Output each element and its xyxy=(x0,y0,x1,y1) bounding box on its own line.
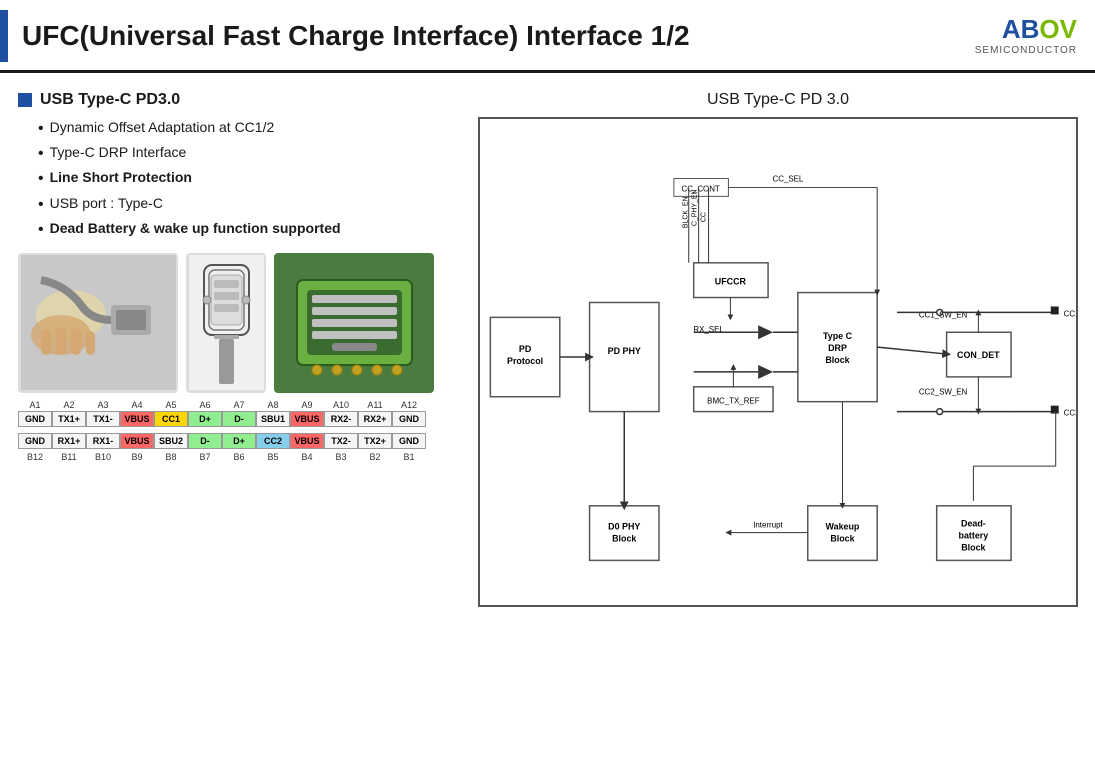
connector-area: A1 A2 A3 A4 A5 A6 A7 A8 A9 A10 A11 A12 xyxy=(18,253,458,463)
pin-table: A1 A2 A3 A4 A5 A6 A7 A8 A9 A10 A11 A12 xyxy=(18,399,458,463)
svg-text:battery: battery xyxy=(959,531,989,541)
pin-row-a-group: A1 A2 A3 A4 A5 A6 A7 A8 A9 A10 A11 A12 xyxy=(18,399,458,427)
pin-row-a-values: GND TX1+ TX1- VBUS CC1 D+ D- SBU1 VBUS R… xyxy=(18,411,458,427)
page-title: UFC(Universal Fast Charge Interface) Int… xyxy=(22,20,975,52)
svg-text:PD PHY: PD PHY xyxy=(608,346,641,356)
usb-cable-image xyxy=(186,253,266,393)
logo-letter-v: V xyxy=(1060,14,1077,44)
list-item: Line Short Protection xyxy=(38,169,458,188)
pin-row-b-values: GND RX1+ RX1- VBUS SBU2 D- D+ CC2 VBUS T… xyxy=(18,433,458,449)
svg-text:CC2: CC2 xyxy=(1064,409,1076,418)
svg-text:D0 PHY: D0 PHY xyxy=(608,522,640,532)
page-header: UFC(Universal Fast Charge Interface) Int… xyxy=(0,0,1095,73)
logo-letter-o: O xyxy=(1039,14,1059,44)
diagram-title: USB Type-C PD 3.0 xyxy=(478,91,1078,109)
svg-text:Interrupt: Interrupt xyxy=(753,521,783,530)
svg-text:Protocol: Protocol xyxy=(507,356,543,366)
svg-text:UFCCR: UFCCR xyxy=(715,277,747,287)
section-title: USB Type-C PD3.0 xyxy=(18,91,458,109)
list-item: USB port : Type-C xyxy=(38,195,458,214)
svg-text:CON_DET: CON_DET xyxy=(957,350,1000,360)
diagram-container: PD Protocol PD PHY UFCCR RX_SEL Type C D… xyxy=(478,117,1078,607)
list-item: Type-C DRP Interface xyxy=(38,144,458,163)
svg-text:Block: Block xyxy=(961,542,985,552)
pin-row-a-labels: A1 A2 A3 A4 A5 A6 A7 A8 A9 A10 A11 A12 xyxy=(18,399,458,411)
right-panel: USB Type-C PD 3.0 PD Protocol PD PHY UFC… xyxy=(478,91,1078,607)
abov-logo: ABOV SEMICONDUCTOR xyxy=(975,16,1077,56)
svg-text:CC_CONT: CC_CONT xyxy=(681,184,719,193)
logo-letter-a: A xyxy=(1002,14,1021,44)
header-blue-accent xyxy=(0,10,8,62)
logo-semiconductor: SEMICONDUCTOR xyxy=(975,45,1077,56)
svg-text:DRP: DRP xyxy=(828,343,847,353)
logo-letter-b: B xyxy=(1021,14,1040,44)
svg-text:Wakeup: Wakeup xyxy=(826,522,860,532)
hand-plug-image xyxy=(18,253,178,393)
svg-text:CC_SEL: CC_SEL xyxy=(773,174,804,183)
svg-text:Block: Block xyxy=(830,534,854,544)
svg-text:BMC_TX_REF: BMC_TX_REF xyxy=(707,397,760,406)
pin-row-b-labels: B12 B11 B10 B9 B8 B7 B6 B5 B4 B3 B2 B1 xyxy=(18,451,458,463)
svg-text:CC1: CC1 xyxy=(1064,309,1076,318)
diagram-svg: PD Protocol PD PHY UFCCR RX_SEL Type C D… xyxy=(480,119,1076,605)
left-panel: USB Type-C PD3.0 Dynamic Offset Adaptati… xyxy=(18,91,458,607)
svg-text:Block: Block xyxy=(825,355,849,365)
list-item: Dynamic Offset Adaptation at CC1/2 xyxy=(38,119,458,138)
pin-row-b-group: GND RX1+ RX1- VBUS SBU2 D- D+ CC2 VBUS T… xyxy=(18,433,458,463)
svg-text:C_PHY_EN: C_PHY_EN xyxy=(692,189,699,226)
feature-list: Dynamic Offset Adaptation at CC1/2 Type-… xyxy=(18,119,458,239)
svg-text:CC2_SW_EN: CC2_SW_EN xyxy=(919,388,968,397)
main-content: USB Type-C PD3.0 Dynamic Offset Adaptati… xyxy=(0,73,1095,617)
connector-images xyxy=(18,253,458,393)
green-connector-image xyxy=(274,253,434,393)
svg-text:Dead-: Dead- xyxy=(961,519,986,529)
svg-text:PD: PD xyxy=(519,344,532,354)
svg-text:Type C: Type C xyxy=(823,331,853,341)
list-item: Dead Battery & wake up function supporte… xyxy=(38,220,458,239)
svg-text:CC: CC xyxy=(701,212,708,222)
svg-text:Block: Block xyxy=(612,534,636,544)
